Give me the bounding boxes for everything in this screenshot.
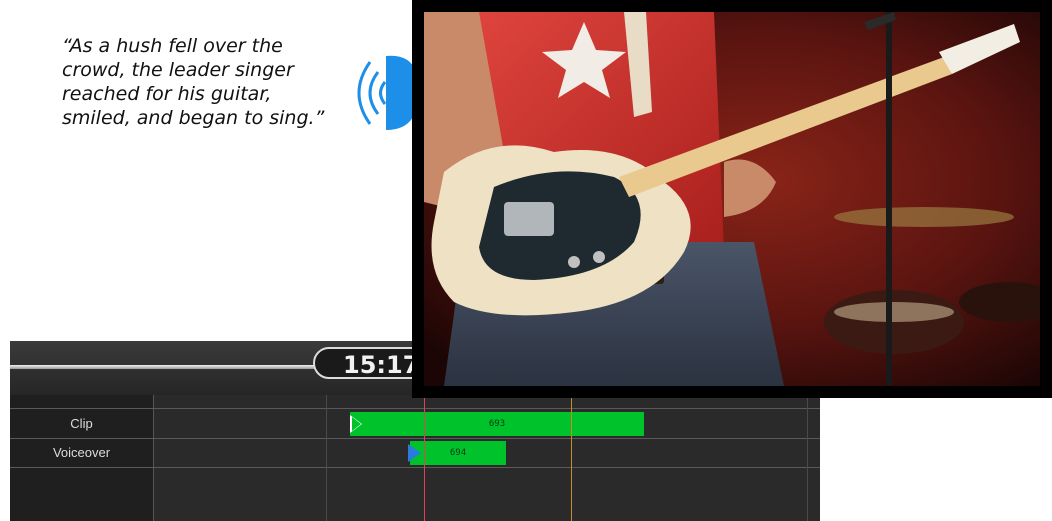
track-divider xyxy=(10,467,820,468)
track-label-clip: Clip xyxy=(70,416,93,431)
video-preview-frame xyxy=(412,0,1052,398)
clip-start-marker-fill xyxy=(352,417,361,431)
track-label-voiceover: Voiceover xyxy=(52,445,111,460)
playhead-orange[interactable] xyxy=(571,395,572,521)
grid-line xyxy=(807,395,808,521)
grid-line xyxy=(326,395,327,521)
track-divider xyxy=(10,438,820,439)
quote-line: crowd, the leader singer xyxy=(62,59,294,81)
voiceover-start-marker[interactable] xyxy=(408,444,421,462)
quote-line: smiled, and began to sing.” xyxy=(62,107,325,129)
timeline-tracks: Clip Voiceover 693 694 xyxy=(10,395,820,521)
narration-quote: “As a hush fell over the crowd, the lead… xyxy=(62,34,372,130)
quote-line: “As a hush fell over the xyxy=(62,35,283,57)
track-divider xyxy=(10,408,820,409)
playhead-red[interactable] xyxy=(424,395,425,521)
quote-line: reached for his guitar, xyxy=(62,83,272,105)
clip-block-693[interactable]: 693 xyxy=(350,412,644,436)
concert-photo xyxy=(424,12,1040,386)
